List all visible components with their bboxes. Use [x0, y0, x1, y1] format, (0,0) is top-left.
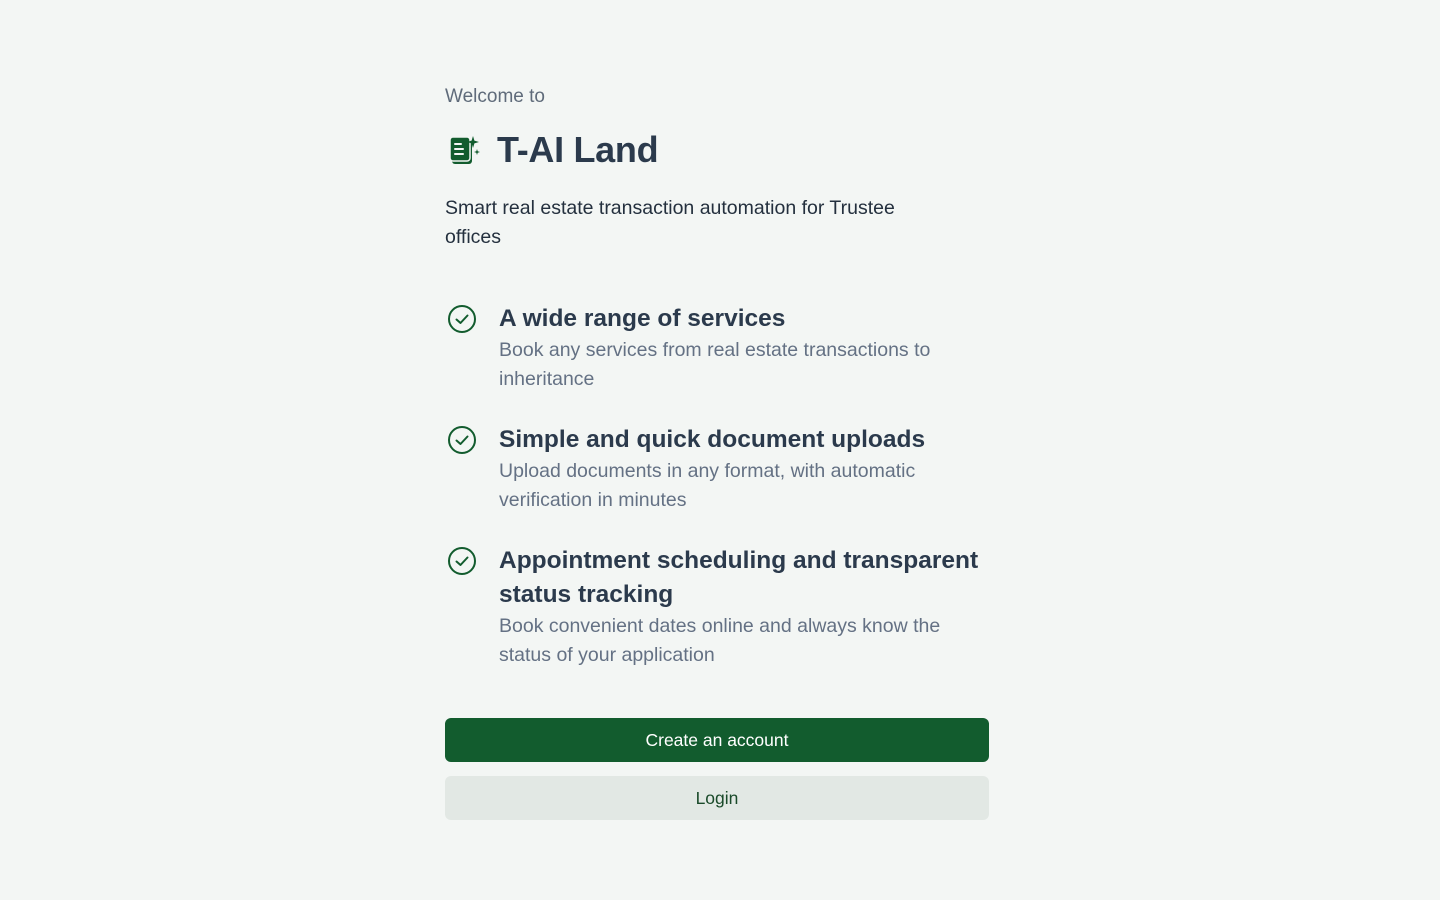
feature-item: Simple and quick document uploads Upload…: [445, 423, 989, 515]
feature-title: Appointment scheduling and transparent s…: [499, 547, 979, 608]
check-circle-icon: [446, 424, 478, 456]
feature-item: Appointment scheduling and transparent s…: [445, 544, 989, 670]
brand-title: T-AI Land: [497, 129, 659, 170]
login-button[interactable]: Login: [445, 776, 989, 820]
welcome-panel: Welcome to T-AI Land Smart real estate t…: [445, 82, 989, 699]
tagline: Smart real estate transaction automation…: [445, 197, 895, 248]
feature-text: Simple and quick document uploads Upload…: [499, 423, 989, 515]
check-circle-icon: [446, 303, 478, 335]
create-account-button[interactable]: Create an account: [445, 718, 989, 762]
feature-item: A wide range of services Book any servic…: [445, 302, 989, 394]
brand: T-AI Land: [445, 126, 989, 174]
feature-text: Appointment scheduling and transparent s…: [499, 544, 989, 670]
feature-list: A wide range of services Book any servic…: [445, 302, 989, 670]
feature-description: Book any services from real estate trans…: [499, 339, 931, 390]
feature-description: Book convenient dates online and always …: [499, 615, 941, 666]
feature-description: Upload documents in any format, with aut…: [499, 460, 916, 511]
check-circle-icon: [446, 545, 478, 577]
ai-document-icon: [446, 131, 484, 169]
feature-text: A wide range of services Book any servic…: [499, 302, 989, 394]
auth-actions: Create an account Login: [445, 718, 989, 820]
welcome-prefix: Welcome to: [445, 86, 545, 107]
feature-title: Simple and quick document uploads: [499, 426, 926, 453]
feature-title: A wide range of services: [499, 305, 786, 332]
